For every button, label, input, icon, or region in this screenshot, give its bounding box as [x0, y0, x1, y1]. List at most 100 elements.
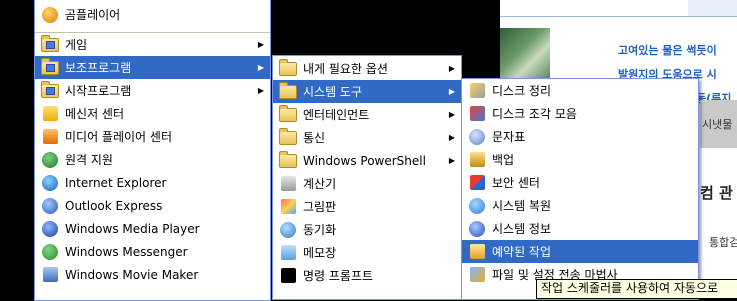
- media-player-icon: [41, 220, 59, 238]
- menu-item-label: 계산기: [303, 177, 337, 191]
- menu-item[interactable]: 계산기: [273, 172, 461, 195]
- internet-explorer-icon: [41, 174, 59, 192]
- menu-item-label: 명령 프롬프트: [303, 269, 374, 283]
- menu-item-label: 디스크 정리: [492, 84, 552, 98]
- menu-item-label: Windows Movie Maker: [65, 267, 199, 282]
- menu-item[interactable]: 메신저 센터: [35, 102, 270, 125]
- menu-item-label: 미디어 플레이어 센터: [65, 130, 172, 144]
- menu-item-label: 게임: [65, 38, 88, 52]
- menu-item-label: 곰플레이어: [65, 8, 121, 22]
- menu-item-label: Internet Explorer: [65, 175, 167, 190]
- webpage-heading: 컴 관: [700, 184, 733, 202]
- folder-icon: [279, 58, 297, 78]
- folder-icon: [279, 81, 297, 101]
- outlook-express-icon: [41, 197, 59, 215]
- menu-item[interactable]: 시스템 복원: [462, 194, 698, 217]
- movie-maker-icon: [41, 266, 59, 284]
- windows-messenger-icon: [41, 243, 59, 261]
- system-info-icon: [468, 220, 486, 238]
- menu-item[interactable]: 백업: [462, 148, 698, 171]
- webpage-link[interactable]: 고여있는 물은 썩듯이: [618, 42, 717, 58]
- menu-item[interactable]: 시작프로그램 ▶: [35, 79, 270, 102]
- all-programs-menu: 곰플레이어 게임 ▶ 보조프로그램 ▶ 시작프로그램 ▶ 메신저 센터미디어 플레이어 센터…: [34, 0, 271, 301]
- defrag-icon: [468, 105, 486, 123]
- menu-item-gom-player[interactable]: 곰플레이어: [35, 3, 270, 26]
- menu-item[interactable]: 원격 지원: [35, 148, 270, 171]
- remote-assistance-icon: [41, 151, 59, 169]
- character-map-icon: [468, 128, 486, 146]
- submenu-arrow-icon: ▶: [448, 87, 456, 96]
- menu-item[interactable]: 미디어 플레이어 센터: [35, 125, 270, 148]
- menu-item-label: 엔터테인먼트: [303, 108, 370, 122]
- accessories-menu: 내게 필요한 옵션 ▶ 시스템 도구 ▶ 엔터테인먼트 ▶ 통신 ▶ Windows Power…: [272, 55, 462, 300]
- menu-item-label: 통신: [303, 131, 326, 145]
- disk-cleanup-icon: [468, 82, 486, 100]
- submenu-arrow-icon: ▶: [257, 40, 265, 49]
- menu-item[interactable]: 보안 센터: [462, 171, 698, 194]
- menu-item[interactable]: Internet Explorer: [35, 171, 270, 194]
- scheduled-tasks-icon: [468, 243, 486, 261]
- menu-item-label: 메모장: [303, 246, 337, 260]
- sync-icon: [279, 221, 297, 239]
- menu-item-label: Windows PowerShell: [303, 153, 426, 168]
- menu-item-label: 내게 필요한 옵션: [303, 62, 388, 76]
- menu-item-label: 메신저 센터: [65, 107, 125, 121]
- menu-item-label: Outlook Express: [65, 198, 163, 213]
- submenu-arrow-icon: ▶: [448, 156, 456, 165]
- menu-item-label: 디스크 조각 모음: [492, 107, 577, 121]
- menu-item-label: 그림판: [303, 200, 337, 214]
- menu-item[interactable]: 보조프로그램 ▶: [35, 56, 270, 79]
- menu-item-label: 시스템 복원: [492, 199, 552, 213]
- messenger-center-icon: [41, 105, 59, 123]
- menu-item[interactable]: 디스크 조각 모음: [462, 102, 698, 125]
- menu-item-label: 동기화: [303, 223, 337, 237]
- menu-item-label: 백업: [492, 153, 515, 167]
- folder-icon: [41, 34, 59, 54]
- menu-item[interactable]: 엔터테인먼트 ▶: [273, 103, 461, 126]
- menu-item[interactable]: 게임 ▶: [35, 33, 270, 56]
- menu-item[interactable]: Windows PowerShell ▶: [273, 149, 461, 172]
- folder-icon: [279, 127, 297, 147]
- webpage-top-tab: [688, 0, 737, 16]
- menu-item-label: 보조프로그램: [65, 61, 132, 75]
- menu-item[interactable]: 동기화: [273, 218, 461, 241]
- menu-item-label: Windows Messenger: [65, 244, 188, 259]
- backup-icon: [468, 151, 486, 169]
- menu-item[interactable]: 메모장: [273, 241, 461, 264]
- menu-item-label: Windows Media Player: [65, 221, 200, 236]
- submenu-arrow-icon: ▶: [257, 86, 265, 95]
- folder-icon: [279, 104, 297, 124]
- menu-item-label: 시스템 정보: [492, 222, 552, 236]
- menu-item-label: 예약된 작업: [492, 245, 552, 259]
- webpage-text: 시냇물: [702, 118, 733, 131]
- menu-item-label: 시작프로그램: [65, 84, 132, 98]
- folder-icon: [41, 57, 59, 77]
- menu-item[interactable]: 통신 ▶: [273, 126, 461, 149]
- submenu-arrow-icon: ▶: [448, 110, 456, 119]
- folder-icon: [279, 150, 297, 170]
- submenu-arrow-icon: ▶: [257, 63, 265, 72]
- tooltip: 작업 스케줄러를 사용하여 자동으로: [536, 279, 737, 299]
- menu-item[interactable]: 명령 프롬프트: [273, 264, 461, 287]
- menu-item[interactable]: Outlook Express: [35, 194, 270, 217]
- security-center-icon: [468, 174, 486, 192]
- menu-item[interactable]: 그림판: [273, 195, 461, 218]
- command-prompt-icon: [279, 267, 297, 285]
- menu-item[interactable]: Windows Media Player: [35, 217, 270, 240]
- menu-item[interactable]: 시스템 정보: [462, 217, 698, 240]
- menu-item-label: 원격 지원: [65, 153, 113, 167]
- menu-item[interactable]: 시스템 도구 ▶: [273, 80, 461, 103]
- menu-item[interactable]: Windows Movie Maker: [35, 263, 270, 286]
- calculator-icon: [279, 175, 297, 193]
- menu-item[interactable]: 예약된 작업: [462, 240, 698, 263]
- menu-item[interactable]: 디스크 정리: [462, 79, 698, 102]
- paint-icon: [279, 198, 297, 216]
- menu-item-label: 시스템 도구: [303, 85, 363, 99]
- folder-icon: [41, 80, 59, 100]
- menu-item-label: 문자표: [492, 130, 526, 144]
- menu-item[interactable]: 문자표: [462, 125, 698, 148]
- menu-item[interactable]: 내게 필요한 옵션 ▶: [273, 57, 461, 80]
- menu-item[interactable]: Windows Messenger: [35, 240, 270, 263]
- notepad-icon: [279, 244, 297, 262]
- gom-player-icon: [41, 6, 59, 24]
